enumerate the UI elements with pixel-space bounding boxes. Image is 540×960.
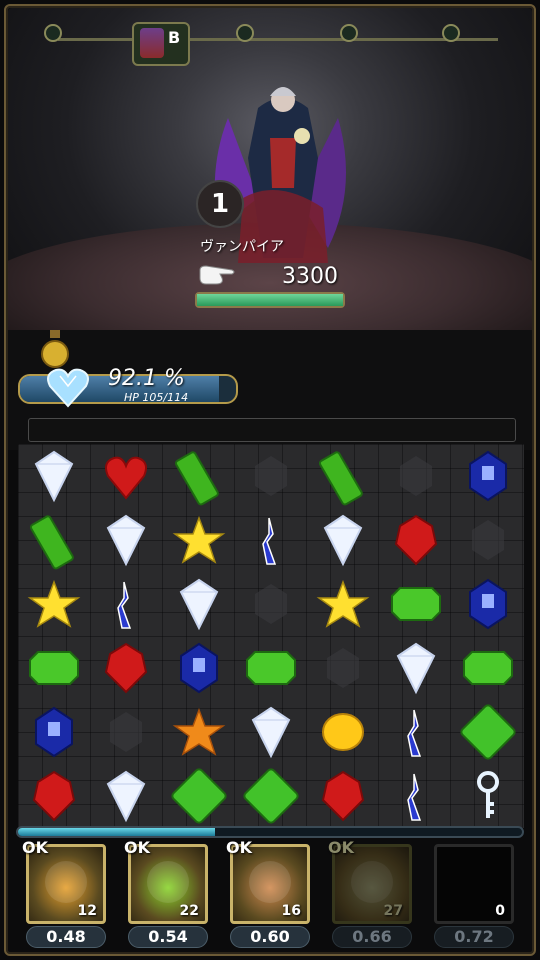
green-emerald-gem[interactable] (386, 574, 446, 634)
skill-cost: 0.72 (434, 926, 514, 948)
green-emerald-gem[interactable] (241, 638, 301, 698)
heart-gem[interactable] (96, 446, 156, 506)
gray-gem[interactable] (241, 574, 301, 634)
green-square-gem[interactable] (458, 702, 518, 762)
blue-sapphire-gem[interactable] (24, 702, 84, 762)
pointing-hand-icon (199, 265, 235, 285)
boss-stage-node: B (132, 22, 190, 66)
green-emerald-gem[interactable] (24, 638, 84, 698)
stage-progress-track (58, 38, 498, 41)
diamond-gem[interactable] (24, 446, 84, 506)
enemy-turn-counter: 1 (196, 180, 244, 228)
diamond-gem[interactable] (313, 510, 373, 570)
enemy-name: ヴァンパイア (200, 239, 284, 255)
gray-gem[interactable] (313, 638, 373, 698)
green-square-gem[interactable] (169, 766, 229, 826)
skill-card-5[interactable]: 0 (434, 844, 514, 924)
fire-skill-icon (45, 861, 87, 903)
blue-shard-gem[interactable] (241, 510, 301, 570)
skill-count: 16 (281, 903, 301, 919)
stage-node (340, 24, 358, 42)
blue-sapphire-gem[interactable] (169, 638, 229, 698)
red-ruby-gem[interactable] (96, 638, 156, 698)
skill-count: 12 (77, 903, 97, 919)
green-rect-gem[interactable] (169, 446, 229, 506)
skill-cost: 0.60 (230, 926, 310, 948)
skill-gauge-fill (18, 828, 215, 836)
stage-node (236, 24, 254, 42)
gray-gem[interactable] (241, 446, 301, 506)
skill-cost: 0.66 (332, 926, 412, 948)
orange-star-gem[interactable] (169, 702, 229, 762)
gray-gem[interactable] (458, 510, 518, 570)
skill-count: 22 (179, 903, 199, 919)
skill-ready-label: OK (226, 838, 252, 857)
enemy-hp-bar (195, 292, 345, 308)
skill-gauge (16, 826, 524, 838)
diamond-gem[interactable] (169, 574, 229, 634)
skill-ready-label: OK (328, 838, 354, 857)
skill-cost: 0.48 (26, 926, 106, 948)
green-square-gem[interactable] (241, 766, 301, 826)
diamond-gem[interactable] (241, 702, 301, 762)
player-hp-percent: 92.1 % (108, 366, 185, 391)
blue-shard-gem[interactable] (386, 766, 446, 826)
gem-board[interactable] (18, 444, 524, 828)
diamond-gem[interactable] (386, 638, 446, 698)
boss-portrait-icon (140, 28, 164, 58)
green-rect-gem[interactable] (313, 446, 373, 506)
stage-node (44, 24, 62, 42)
blue-sapphire-gem[interactable] (458, 446, 518, 506)
skill-ready-label: OK (22, 838, 48, 857)
key-gem[interactable] (458, 766, 518, 826)
blue-shard-gem[interactable] (96, 574, 156, 634)
gray-gem[interactable] (386, 446, 446, 506)
skill-count: 0 (495, 903, 505, 919)
battle-scene: B 1 ヴァンパイア 3300 (8, 8, 532, 348)
green-rect-gem[interactable] (24, 510, 84, 570)
star-gem[interactable] (169, 510, 229, 570)
heart-crystal-icon (47, 368, 89, 408)
blue-sapphire-gem[interactable] (458, 574, 518, 634)
claw-skill-icon (249, 861, 291, 903)
star-gem[interactable] (24, 574, 84, 634)
player-hp-text: HP 105/114 (124, 391, 189, 404)
stage-node (442, 24, 460, 42)
poison-skill-icon (147, 861, 189, 903)
message-box (28, 418, 516, 442)
green-emerald-gem[interactable] (458, 638, 518, 698)
enemy-hp-value: 3300 (282, 264, 338, 289)
diamond-gem[interactable] (96, 510, 156, 570)
skill-ready-label: OK (124, 838, 150, 857)
enemy-hp-fill (197, 294, 343, 306)
gray-gem[interactable] (96, 702, 156, 762)
skill-cost: 0.54 (128, 926, 208, 948)
red-ruby-gem[interactable] (386, 510, 446, 570)
rock-skill-icon (351, 861, 393, 903)
yellow-coin-gem[interactable] (313, 702, 373, 762)
boss-label: B (168, 28, 181, 47)
red-ruby-gem[interactable] (24, 766, 84, 826)
skill-count: 27 (383, 903, 403, 919)
diamond-gem[interactable] (96, 766, 156, 826)
empty-skill-slot (453, 861, 495, 903)
blue-shard-gem[interactable] (386, 702, 446, 762)
star-gem[interactable] (313, 574, 373, 634)
potion-icon[interactable] (40, 328, 70, 368)
red-ruby-gem[interactable] (313, 766, 373, 826)
